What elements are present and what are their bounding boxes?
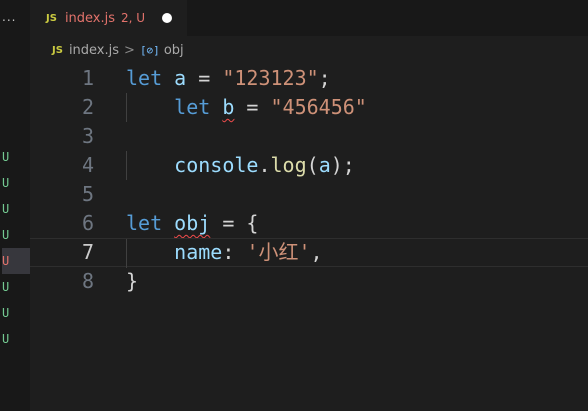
code-line[interactable]: 6 let obj = {	[30, 209, 588, 238]
code-token: let	[126, 211, 163, 235]
line-number: 4	[81, 153, 94, 177]
code-token: :	[222, 240, 247, 264]
line-number: 2	[81, 95, 94, 119]
scm-untracked-marker: U	[2, 228, 10, 242]
code-token: log	[270, 153, 307, 177]
code-token: "456456"	[270, 95, 367, 119]
tab-index-js[interactable]: JS index.js 2, U	[30, 0, 187, 36]
code-token: (	[306, 153, 319, 177]
code-line[interactable]: 2 let b = "456456"	[30, 93, 588, 122]
code-token: =	[234, 95, 271, 119]
tab-filename: index.js	[64, 10, 116, 26]
javascript-file-icon: JS	[52, 44, 63, 56]
code-line[interactable]: 4 console.log(a);	[30, 151, 588, 180]
code-token: b	[222, 95, 235, 119]
breadcrumb: JS index.js > [⊘] obj	[30, 36, 588, 64]
code-text: }	[126, 267, 138, 296]
code-line[interactable]: 3	[30, 122, 588, 151]
scm-untracked-marker: U	[2, 202, 10, 216]
code-token: }	[126, 269, 139, 293]
code-text: let b = "456456"	[126, 93, 367, 122]
code-token: .	[258, 153, 271, 177]
scm-untracked-marker: U	[2, 150, 10, 164]
code-text: let a = "123123";	[126, 64, 331, 93]
line-number: 1	[81, 66, 94, 90]
breadcrumb-symbol[interactable]: obj	[164, 43, 184, 58]
scm-untracked-marker: U	[2, 332, 10, 346]
code-line[interactable]: 5	[30, 180, 588, 209]
code-token: let	[126, 66, 163, 90]
unsaved-dot-icon[interactable]	[162, 13, 172, 23]
code-token: a	[318, 153, 331, 177]
code-token: );	[330, 153, 355, 177]
code-token: =	[186, 66, 223, 90]
breadcrumb-file[interactable]: index.js	[69, 43, 119, 58]
code-token: name	[174, 240, 223, 264]
code-editor[interactable]: 1 let a = "123123"; 2 let b = "456456" 3 4 c…	[30, 64, 588, 411]
tab-bar: JS index.js 2, U	[30, 0, 588, 36]
code-line[interactable]: 1 let a = "123123";	[30, 64, 588, 93]
variable-symbol-icon: [⊘]	[139, 43, 160, 57]
line-number: 5	[81, 182, 94, 206]
scm-untracked-marker: U	[2, 248, 30, 274]
code-token: let	[174, 95, 211, 119]
code-token: obj	[174, 211, 211, 235]
javascript-file-icon: JS	[46, 12, 57, 24]
line-number: 3	[81, 124, 94, 148]
code-text: let obj = {	[126, 209, 258, 238]
scm-untracked-marker: U	[2, 280, 10, 294]
more-icon[interactable]: ...	[2, 10, 16, 24]
code-token: ;	[318, 66, 331, 90]
code-line[interactable]: 8}	[30, 267, 588, 296]
tab-problem-status: 2, U	[121, 11, 146, 25]
code-line[interactable]: 7 name: '小红',	[30, 238, 588, 268]
code-token: "123123"	[222, 66, 319, 90]
code-text: name: '小红',	[126, 239, 323, 266]
scm-untracked-marker: U	[2, 176, 10, 190]
code-token: = {	[210, 211, 259, 235]
code-token: ,	[310, 240, 323, 264]
line-number: 7	[81, 240, 94, 264]
code-text: console.log(a);	[126, 151, 355, 180]
line-number: 6	[81, 211, 94, 235]
line-number: 8	[81, 269, 94, 293]
chevron-right-icon: >	[124, 42, 135, 58]
code-token: a	[174, 66, 187, 90]
activity-gutter: ... UUUUUUUU	[0, 0, 30, 411]
scm-untracked-marker: U	[2, 306, 10, 320]
code-token: '小红'	[246, 240, 311, 264]
code-token: console	[174, 153, 259, 177]
